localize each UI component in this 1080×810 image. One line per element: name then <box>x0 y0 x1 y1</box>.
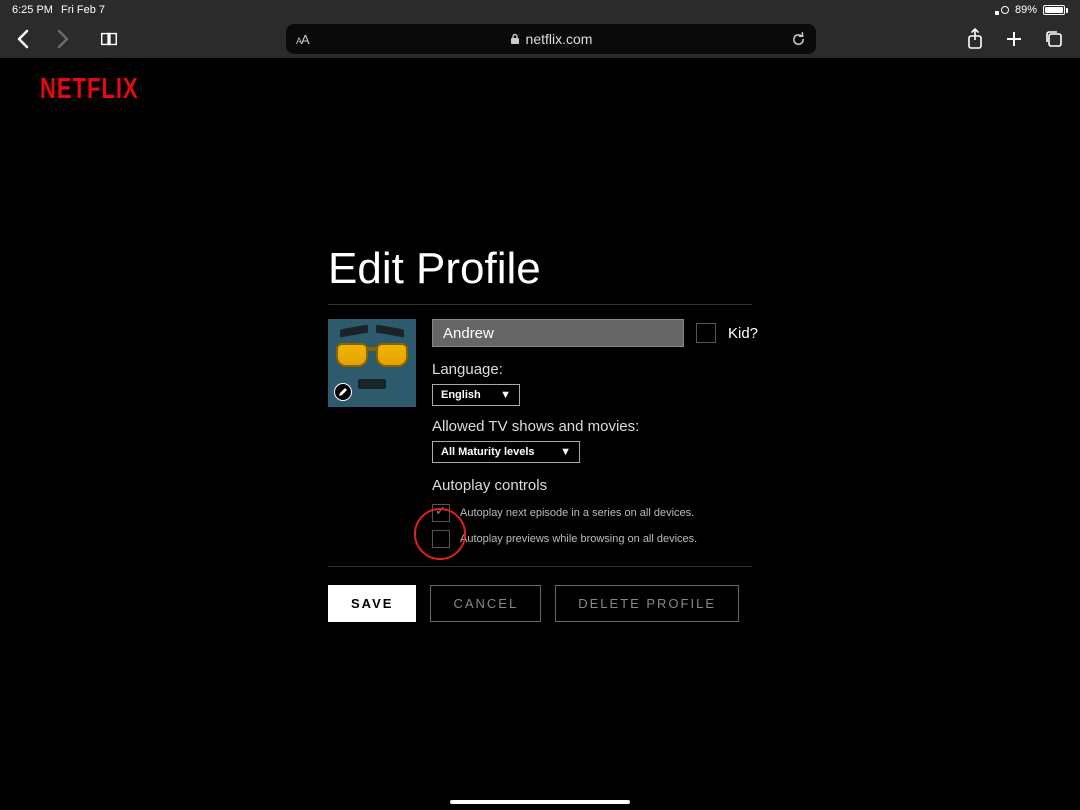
pencil-icon[interactable] <box>334 383 352 401</box>
kid-checkbox[interactable] <box>696 323 716 343</box>
divider <box>328 566 752 567</box>
status-time: 6:25 PM <box>12 4 53 16</box>
lock-icon <box>510 33 520 45</box>
ios-status-bar: 6:25 PM Fri Feb 7 89% <box>0 0 1080 20</box>
home-indicator[interactable] <box>450 800 630 804</box>
autoplay-previews-label: Autoplay previews while browsing on all … <box>460 533 697 545</box>
autoplay-previews-checkbox[interactable] <box>432 530 450 548</box>
new-tab-button[interactable] <box>1004 29 1024 49</box>
forward-button[interactable] <box>50 26 76 52</box>
chevron-down-icon: ▼ <box>560 446 571 458</box>
text-size-button[interactable]: AA <box>296 32 309 47</box>
allowed-label: Allowed TV shows and movies: <box>432 418 758 435</box>
privacy-icon <box>995 5 1009 15</box>
tabs-button[interactable] <box>1044 29 1064 49</box>
safari-toolbar: AA netflix.com <box>0 20 1080 58</box>
language-select[interactable]: English ▼ <box>432 384 520 406</box>
language-label: Language: <box>432 361 758 378</box>
address-bar[interactable]: AA netflix.com <box>286 24 816 54</box>
reload-button[interactable] <box>791 32 806 47</box>
status-date: Fri Feb 7 <box>61 4 105 16</box>
netflix-logo[interactable]: NETFLIX <box>40 72 139 106</box>
kid-label: Kid? <box>728 325 758 342</box>
autoplay-next-label: Autoplay next episode in a series on all… <box>460 507 694 519</box>
share-button[interactable] <box>966 28 984 50</box>
cancel-button[interactable]: CANCEL <box>430 585 541 622</box>
profile-name-input[interactable] <box>432 319 684 347</box>
avatar[interactable] <box>328 319 416 407</box>
maturity-select[interactable]: All Maturity levels ▼ <box>432 441 580 463</box>
netflix-page: NETFLIX Edit Profile Kid? Languag <box>0 58 1080 810</box>
delete-profile-button[interactable]: DELETE PROFILE <box>555 585 739 622</box>
divider <box>328 304 752 305</box>
back-button[interactable] <box>10 26 36 52</box>
autoplay-next-checkbox[interactable] <box>432 504 450 522</box>
battery-icon <box>1043 5 1068 15</box>
autoplay-title: Autoplay controls <box>432 477 758 494</box>
maturity-value: All Maturity levels <box>441 446 535 458</box>
bookmarks-button[interactable] <box>96 26 122 52</box>
page-title: Edit Profile <box>328 244 752 294</box>
save-button[interactable]: SAVE <box>328 585 416 622</box>
battery-percent: 89% <box>1015 4 1037 16</box>
url-text: netflix.com <box>526 31 593 47</box>
language-value: English <box>441 389 481 401</box>
chevron-down-icon: ▼ <box>500 389 511 401</box>
